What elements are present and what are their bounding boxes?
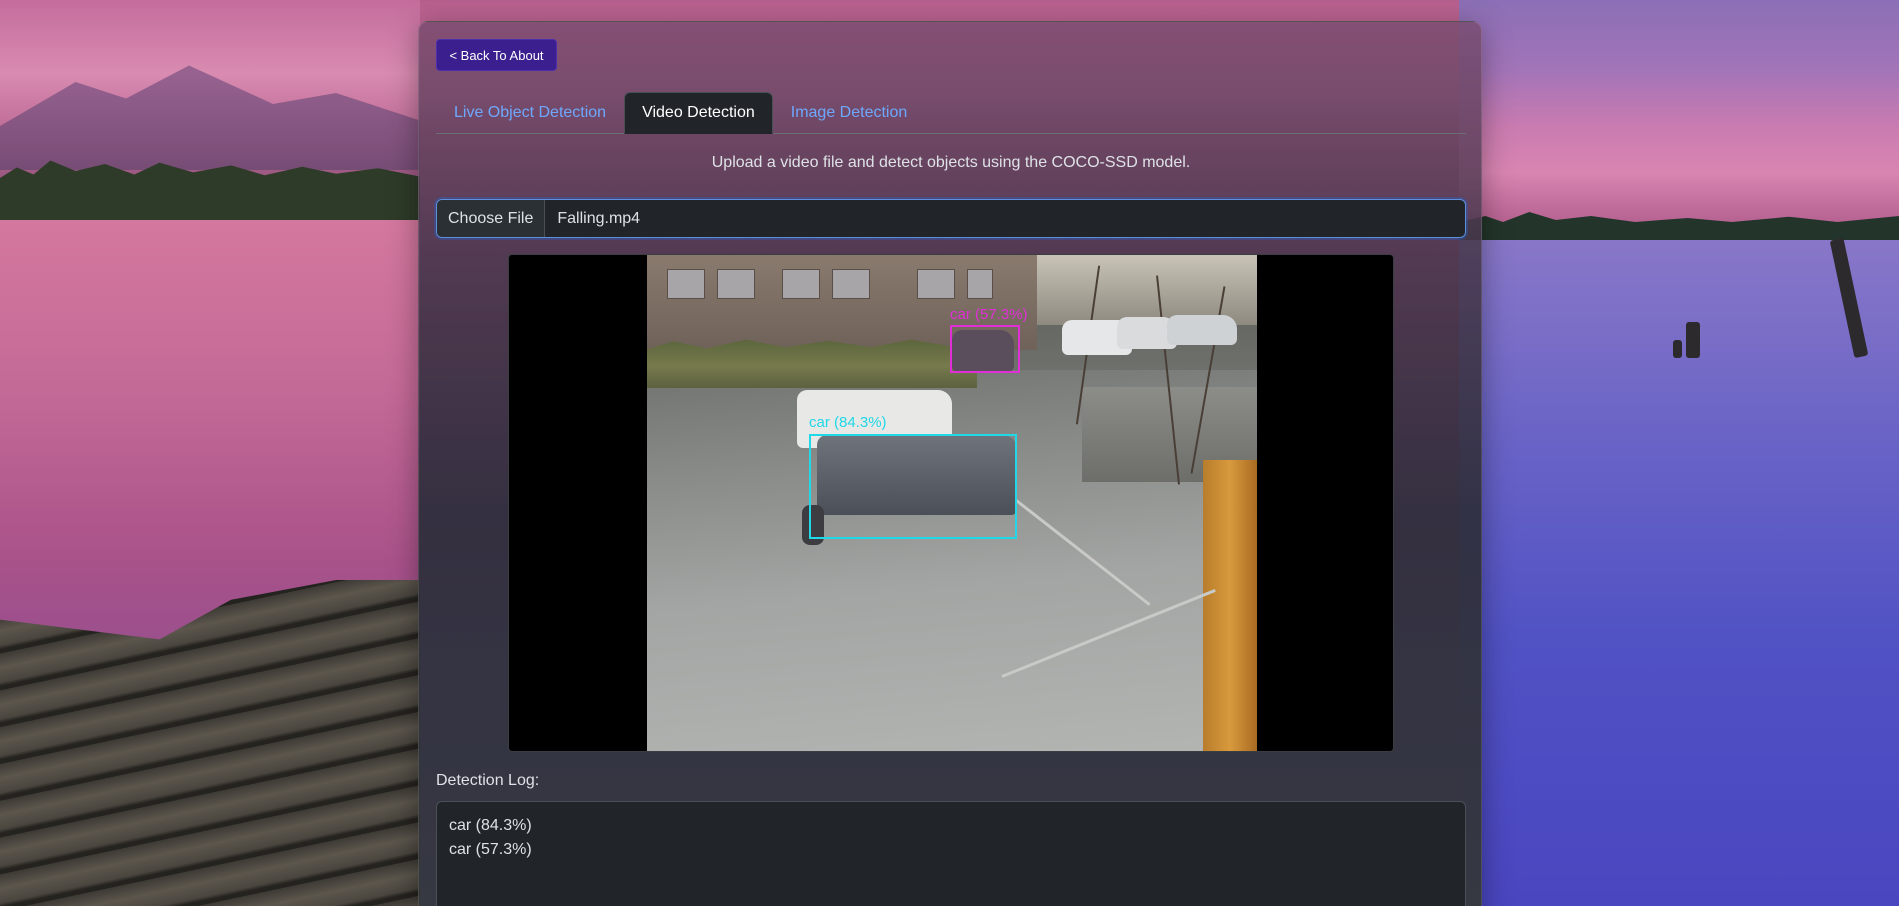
tab-video-detection[interactable]: Video Detection (624, 92, 773, 134)
scene-car-distant (952, 330, 1014, 372)
scene-window (717, 269, 755, 299)
background-post (1673, 340, 1682, 358)
choose-file-button[interactable]: Choose File (437, 200, 546, 237)
log-entry: car (84.3%) (449, 817, 532, 834)
background-sky-right (1459, 0, 1899, 230)
detection-card: < Back To About Live Object Detection Vi… (418, 21, 1482, 906)
detection-tabs: Live Object Detection Video Detection Im… (436, 92, 1466, 134)
scene-brick-wall (1203, 460, 1257, 751)
detection-label-car-1: car (84.3%) (809, 414, 887, 431)
back-to-about-button[interactable]: < Back To About (436, 39, 557, 71)
background-water-right (1459, 230, 1899, 906)
tab-label: Image Detection (790, 104, 908, 121)
log-entry: car (57.3%) (449, 841, 532, 858)
detection-log-title: Detection Log: (436, 772, 540, 789)
video-frame: car (84.3%) car (57.3%) (647, 255, 1257, 751)
scene-window (832, 269, 870, 299)
background-post (1686, 322, 1700, 358)
scene-window (667, 269, 705, 299)
video-player[interactable]: car (84.3%) car (57.3%) (508, 254, 1394, 752)
scene-parked-car (1167, 315, 1237, 345)
scene-window (967, 269, 993, 299)
page-subtitle: Upload a video file and detect objects u… (711, 154, 1191, 171)
scene-window (917, 269, 955, 299)
background-pier (0, 580, 420, 906)
tab-live-object-detection[interactable]: Live Object Detection (436, 92, 624, 134)
detection-label-car-2: car (57.3%) (950, 306, 1028, 323)
tab-image-detection[interactable]: Image Detection (773, 92, 926, 134)
back-button-label: < Back To About (449, 47, 544, 63)
selected-file-name: Falling.mp4 (557, 209, 641, 227)
tab-label: Live Object Detection (454, 104, 607, 121)
tab-label: Video Detection (642, 104, 755, 121)
scene-grey-sedan (817, 435, 1017, 515)
scene-person (802, 505, 824, 545)
detection-log[interactable]: car (84.3%) car (57.3%) (436, 801, 1466, 906)
video-file-input[interactable]: Choose File Falling.mp4 (436, 199, 1466, 238)
scene-window (782, 269, 820, 299)
